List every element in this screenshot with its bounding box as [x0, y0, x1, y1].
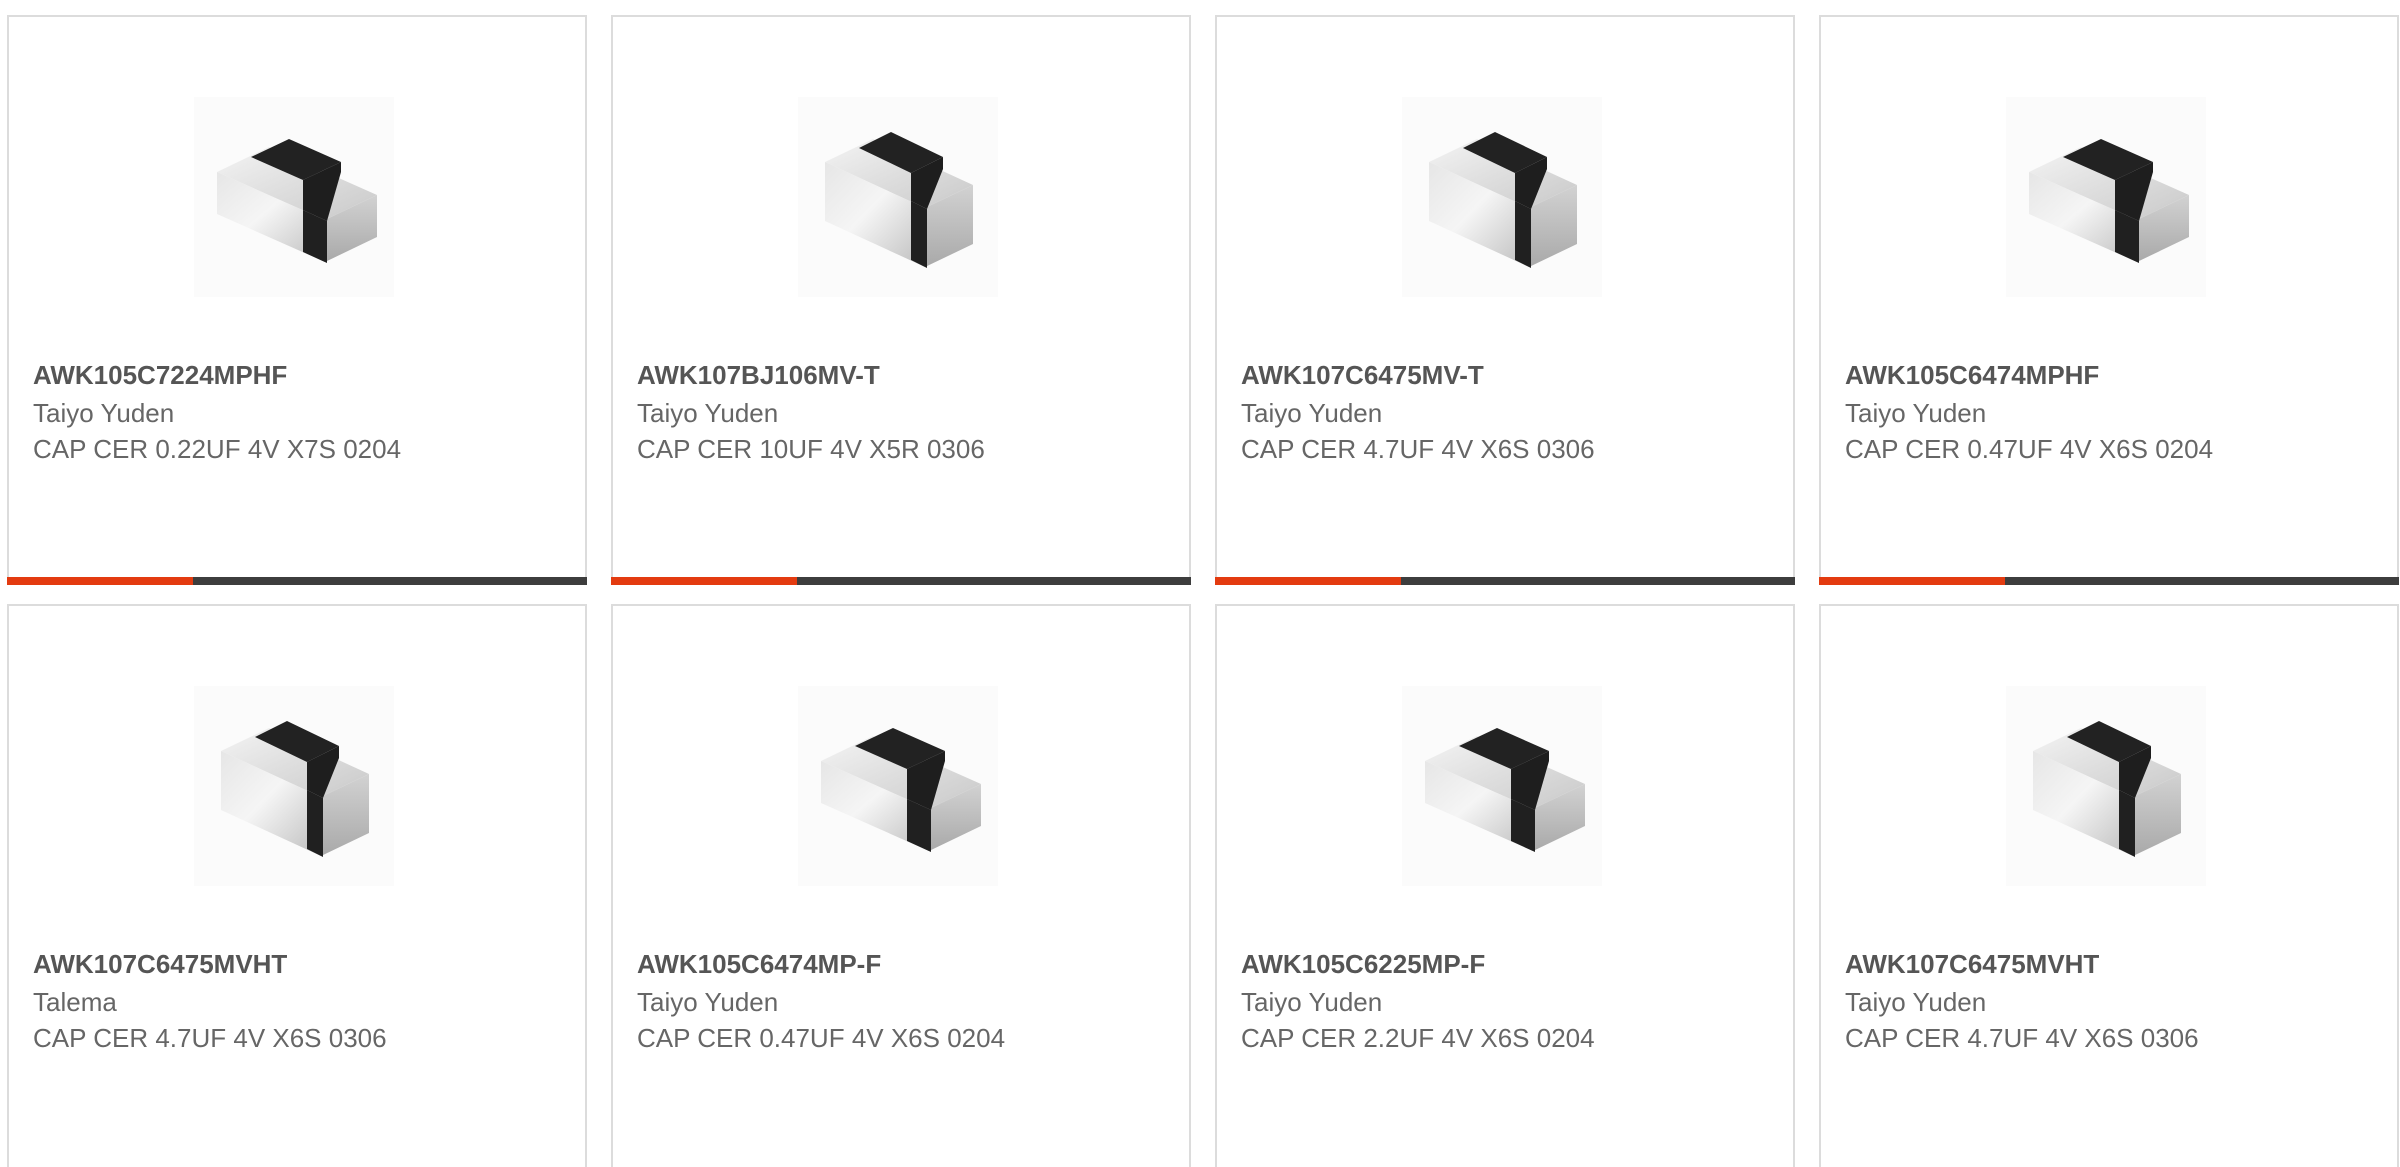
part-number[interactable]: AWK105C7224MPHF: [33, 360, 287, 391]
progress-bar-fill: [1819, 577, 2005, 585]
description: CAP CER 4.7UF 4V X6S 0306: [33, 1023, 387, 1053]
progress-bar: [1819, 577, 2399, 585]
product-card[interactable]: AWK105C7224MPHF Taiyo Yuden CAP CER 0.22…: [7, 15, 587, 585]
description: CAP CER 4.7UF 4V X6S 0306: [1241, 434, 1595, 464]
manufacturer: Taiyo Yuden: [637, 987, 779, 1017]
description: CAP CER 2.2UF 4V X6S 0204: [1241, 1023, 1595, 1053]
part-number[interactable]: AWK105C6225MP-F: [1241, 949, 1485, 980]
manufacturer: Taiyo Yuden: [1241, 398, 1383, 428]
capacitor-chip-image: [798, 97, 998, 297]
capacitor-chip-icon: [821, 728, 981, 852]
product-card[interactable]: AWK105C6225MP-F Taiyo Yuden CAP CER 2.2U…: [1215, 604, 1795, 1167]
description: CAP CER 0.47UF 4V X6S 0204: [1845, 434, 2214, 464]
capacitor-chip-image: [194, 97, 394, 297]
product-card[interactable]: AWK107C6475MVHT Talema CAP CER 4.7UF 4V …: [7, 604, 587, 1167]
capacitor-chip-icon: [2029, 139, 2189, 263]
manufacturer: Taiyo Yuden: [1845, 398, 1987, 428]
capacitor-chip-icon: [221, 721, 369, 857]
part-number[interactable]: AWK107C6475MVHT: [1845, 949, 2099, 980]
capacitor-chip-icon: [1429, 132, 1577, 268]
description: CAP CER 4.7UF 4V X6S 0306: [1845, 1023, 2199, 1053]
capacitor-chip-image: [2006, 686, 2206, 886]
part-number[interactable]: AWK105C6474MPHF: [1845, 360, 2099, 391]
capacitor-chip-image: [1402, 686, 1602, 886]
capacitor-chip-icon: [2033, 721, 2181, 857]
capacitor-chip-icon: [825, 132, 973, 268]
manufacturer: Talema: [33, 987, 117, 1017]
product-card[interactable]: AWK107C6475MVHT Taiyo Yuden CAP CER 4.7U…: [1819, 604, 2399, 1167]
product-card[interactable]: AWK105C6474MP-F Taiyo Yuden CAP CER 0.47…: [611, 604, 1191, 1167]
manufacturer: Taiyo Yuden: [33, 398, 175, 428]
description: CAP CER 0.22UF 4V X7S 0204: [33, 434, 402, 464]
capacitor-chip-icon: [1425, 728, 1585, 852]
part-number[interactable]: AWK107BJ106MV-T: [637, 360, 880, 391]
product-grid: AWK105C7224MPHF Taiyo Yuden CAP CER 0.22…: [0, 0, 2400, 1167]
progress-bar-fill: [7, 577, 193, 585]
description: CAP CER 10UF 4V X5R 0306: [637, 434, 985, 464]
progress-bar-fill: [1215, 577, 1401, 585]
capacitor-chip-image: [194, 686, 394, 886]
part-number[interactable]: AWK107C6475MVHT: [33, 949, 287, 980]
progress-bar: [1215, 577, 1795, 585]
capacitor-chip-image: [2006, 97, 2206, 297]
progress-bar: [7, 577, 587, 585]
manufacturer: Taiyo Yuden: [1241, 987, 1383, 1017]
product-card[interactable]: AWK107BJ106MV-T Taiyo Yuden CAP CER 10UF…: [611, 15, 1191, 585]
capacitor-chip-icon: [217, 139, 377, 263]
description: CAP CER 0.47UF 4V X6S 0204: [637, 1023, 1006, 1053]
part-number[interactable]: AWK105C6474MP-F: [637, 949, 881, 980]
manufacturer: Taiyo Yuden: [1845, 987, 1987, 1017]
product-card[interactable]: AWK107C6475MV-T Taiyo Yuden CAP CER 4.7U…: [1215, 15, 1795, 585]
progress-bar-fill: [611, 577, 797, 585]
manufacturer: Taiyo Yuden: [637, 398, 779, 428]
product-card[interactable]: AWK105C6474MPHF Taiyo Yuden CAP CER 0.47…: [1819, 15, 2399, 585]
capacitor-chip-image: [1402, 97, 1602, 297]
progress-bar: [611, 577, 1191, 585]
part-number[interactable]: AWK107C6475MV-T: [1241, 360, 1484, 391]
capacitor-chip-image: [798, 686, 998, 886]
